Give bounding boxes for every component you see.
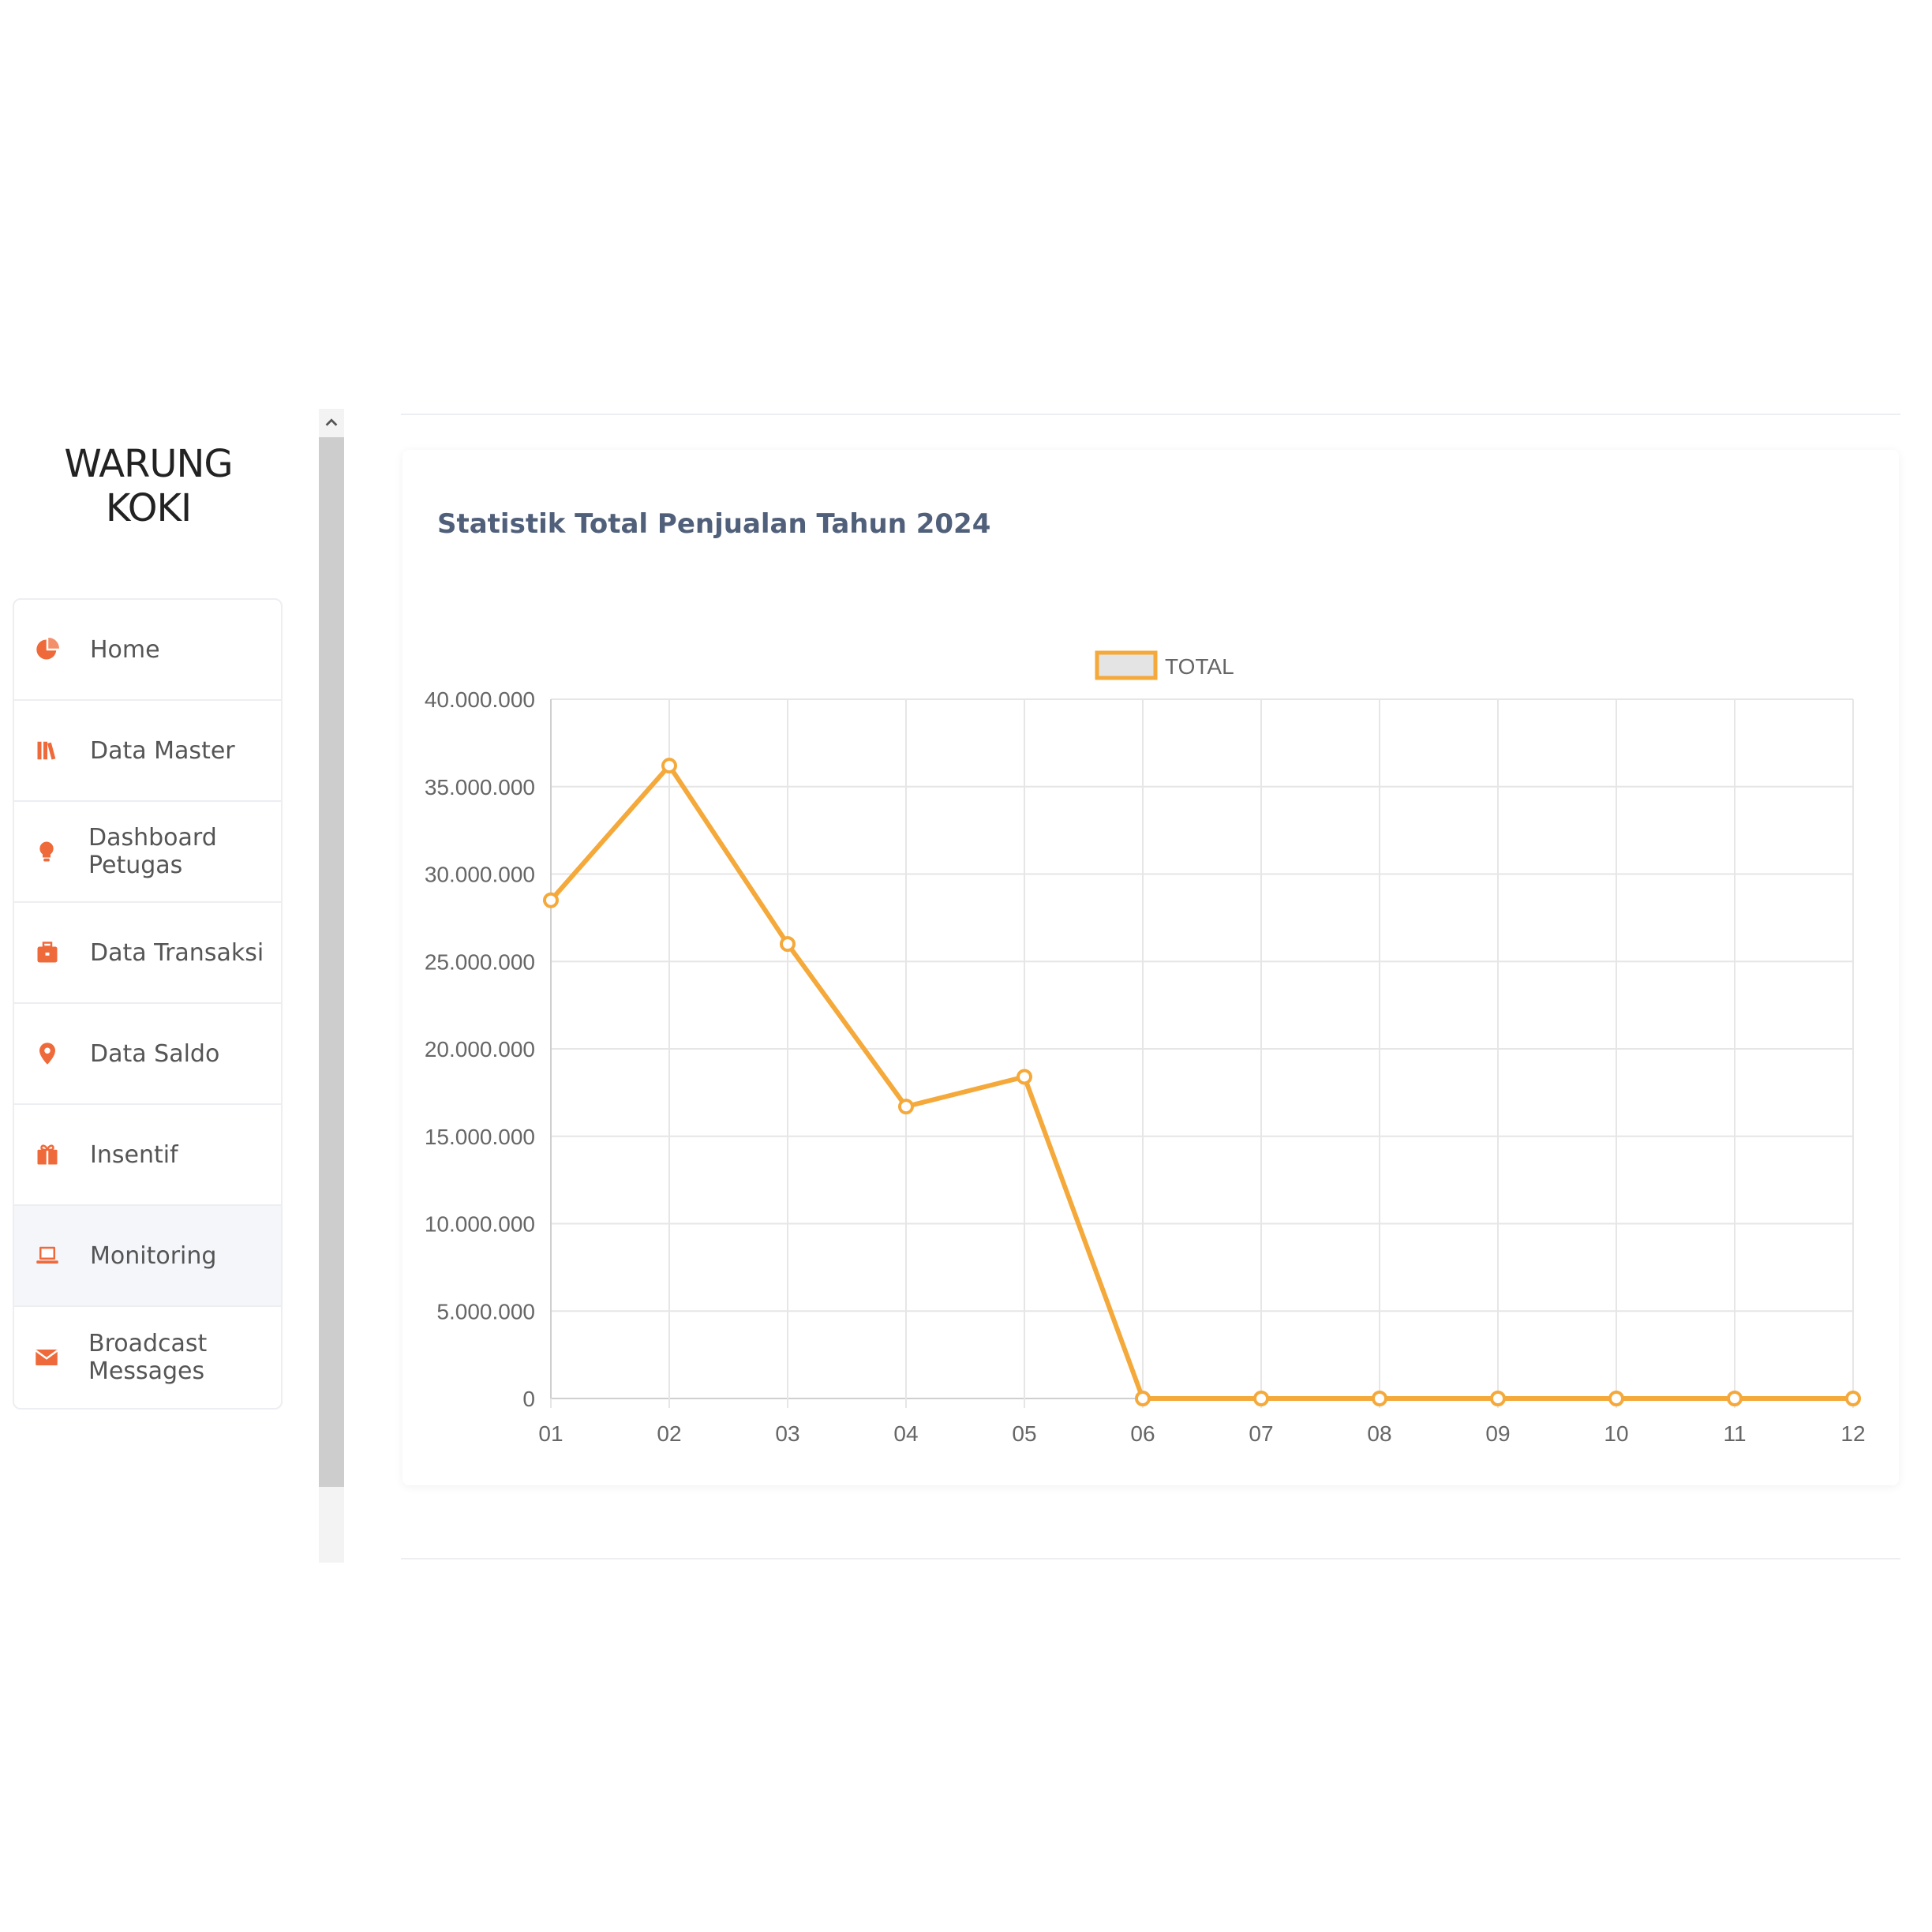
y-tick-label: 5.000.000 xyxy=(436,1299,535,1324)
sidebar-item-label: Data Transaksi xyxy=(90,938,264,967)
sidebar-item-data-transaksi[interactable]: Data Transaksi xyxy=(14,903,281,1004)
x-tick-label: 09 xyxy=(1485,1421,1510,1446)
x-tick-label: 08 xyxy=(1367,1421,1391,1446)
y-tick-label: 25.000.000 xyxy=(425,949,535,974)
pie-chart-icon xyxy=(35,637,60,662)
data-point xyxy=(1372,1391,1387,1406)
y-tick-label: 40.000.000 xyxy=(425,687,535,712)
map-pin-icon xyxy=(35,1041,60,1066)
x-tick-label: 03 xyxy=(775,1421,799,1446)
x-tick-label: 07 xyxy=(1249,1421,1273,1446)
data-point xyxy=(1135,1391,1151,1406)
books-icon xyxy=(35,738,60,763)
y-tick-label: 20.000.000 xyxy=(425,1037,535,1061)
y-tick-label: 10.000.000 xyxy=(425,1212,535,1237)
x-tick-label: 06 xyxy=(1130,1421,1155,1446)
y-tick-label: 30.000.000 xyxy=(425,863,535,887)
sidebar-item-dashboard-petugas[interactable]: Dashboard Petugas xyxy=(14,802,281,903)
scroll-up-arrow[interactable] xyxy=(319,409,344,437)
sidebar-item-label: Broadcast Messages xyxy=(88,1330,208,1385)
x-tick-label: 05 xyxy=(1012,1421,1036,1446)
data-point xyxy=(1253,1391,1269,1406)
data-point xyxy=(1017,1069,1032,1085)
briefcase-icon xyxy=(35,940,60,965)
sidebar-item-data-master[interactable]: Data Master xyxy=(14,701,281,802)
x-tick-label: 04 xyxy=(893,1421,918,1446)
sidebar-item-label: Home xyxy=(90,635,160,664)
sidebar-item-label: Dashboard Petugas xyxy=(88,824,217,879)
sidebar-item-home[interactable]: Home xyxy=(14,600,281,701)
x-tick-label: 02 xyxy=(657,1421,681,1446)
sidebar-item-label: Data Saldo xyxy=(90,1039,220,1068)
sales-chart-card: Statistik Total Penjualan Tahun 2024 0 5.… xyxy=(402,450,1899,1485)
y-tick-label: 35.000.000 xyxy=(425,775,535,799)
sidebar-item-label: Data Master xyxy=(90,736,235,765)
sidebar-nav: Home Data Master Dashboard Petugas Data … xyxy=(13,598,283,1410)
x-tick-label: 10 xyxy=(1604,1421,1628,1446)
chevron-up-icon xyxy=(325,418,338,426)
sidebar-item-monitoring[interactable]: Monitoring xyxy=(14,1206,281,1307)
y-tick-label: 0 xyxy=(522,1387,535,1411)
x-tick-label: 11 xyxy=(1723,1421,1746,1446)
data-point xyxy=(1727,1391,1743,1406)
sidebar-item-insentif[interactable]: Insentif xyxy=(14,1105,281,1206)
data-point xyxy=(1490,1391,1506,1406)
data-point xyxy=(780,936,796,953)
envelope-icon xyxy=(35,1345,58,1370)
sidebar-item-label: Monitoring xyxy=(90,1241,217,1270)
data-point xyxy=(898,1099,914,1115)
lightbulb-icon xyxy=(35,839,58,864)
x-tick-label: 12 xyxy=(1840,1421,1865,1446)
sidebar-item-data-saldo[interactable]: Data Saldo xyxy=(14,1004,281,1105)
laptop-icon xyxy=(35,1243,60,1268)
sidebar-scrollbar[interactable] xyxy=(319,409,344,1563)
series-line-total xyxy=(549,763,1853,1401)
gift-icon xyxy=(35,1142,60,1167)
y-tick-label: 15.000.000 xyxy=(425,1125,535,1149)
scroll-thumb[interactable] xyxy=(319,437,344,1487)
divider-top xyxy=(401,414,1900,415)
brand-title: WARUNG KOKI xyxy=(64,442,233,530)
x-tick-label: 01 xyxy=(538,1421,563,1446)
legend-swatch xyxy=(1095,650,1158,680)
data-point xyxy=(543,892,559,908)
data-point xyxy=(1608,1391,1624,1406)
legend-label: TOTAL xyxy=(1165,654,1234,679)
sidebar-item-broadcast-messages[interactable]: Broadcast Messages xyxy=(14,1307,281,1408)
sales-line-chart: 0 5.000.000 10.000.000 15.000.000 20.000.000… xyxy=(425,650,1866,1446)
divider-bottom xyxy=(401,1558,1900,1559)
data-point xyxy=(661,758,677,774)
data-point xyxy=(1845,1391,1861,1406)
sidebar-item-label: Insentif xyxy=(90,1140,178,1169)
